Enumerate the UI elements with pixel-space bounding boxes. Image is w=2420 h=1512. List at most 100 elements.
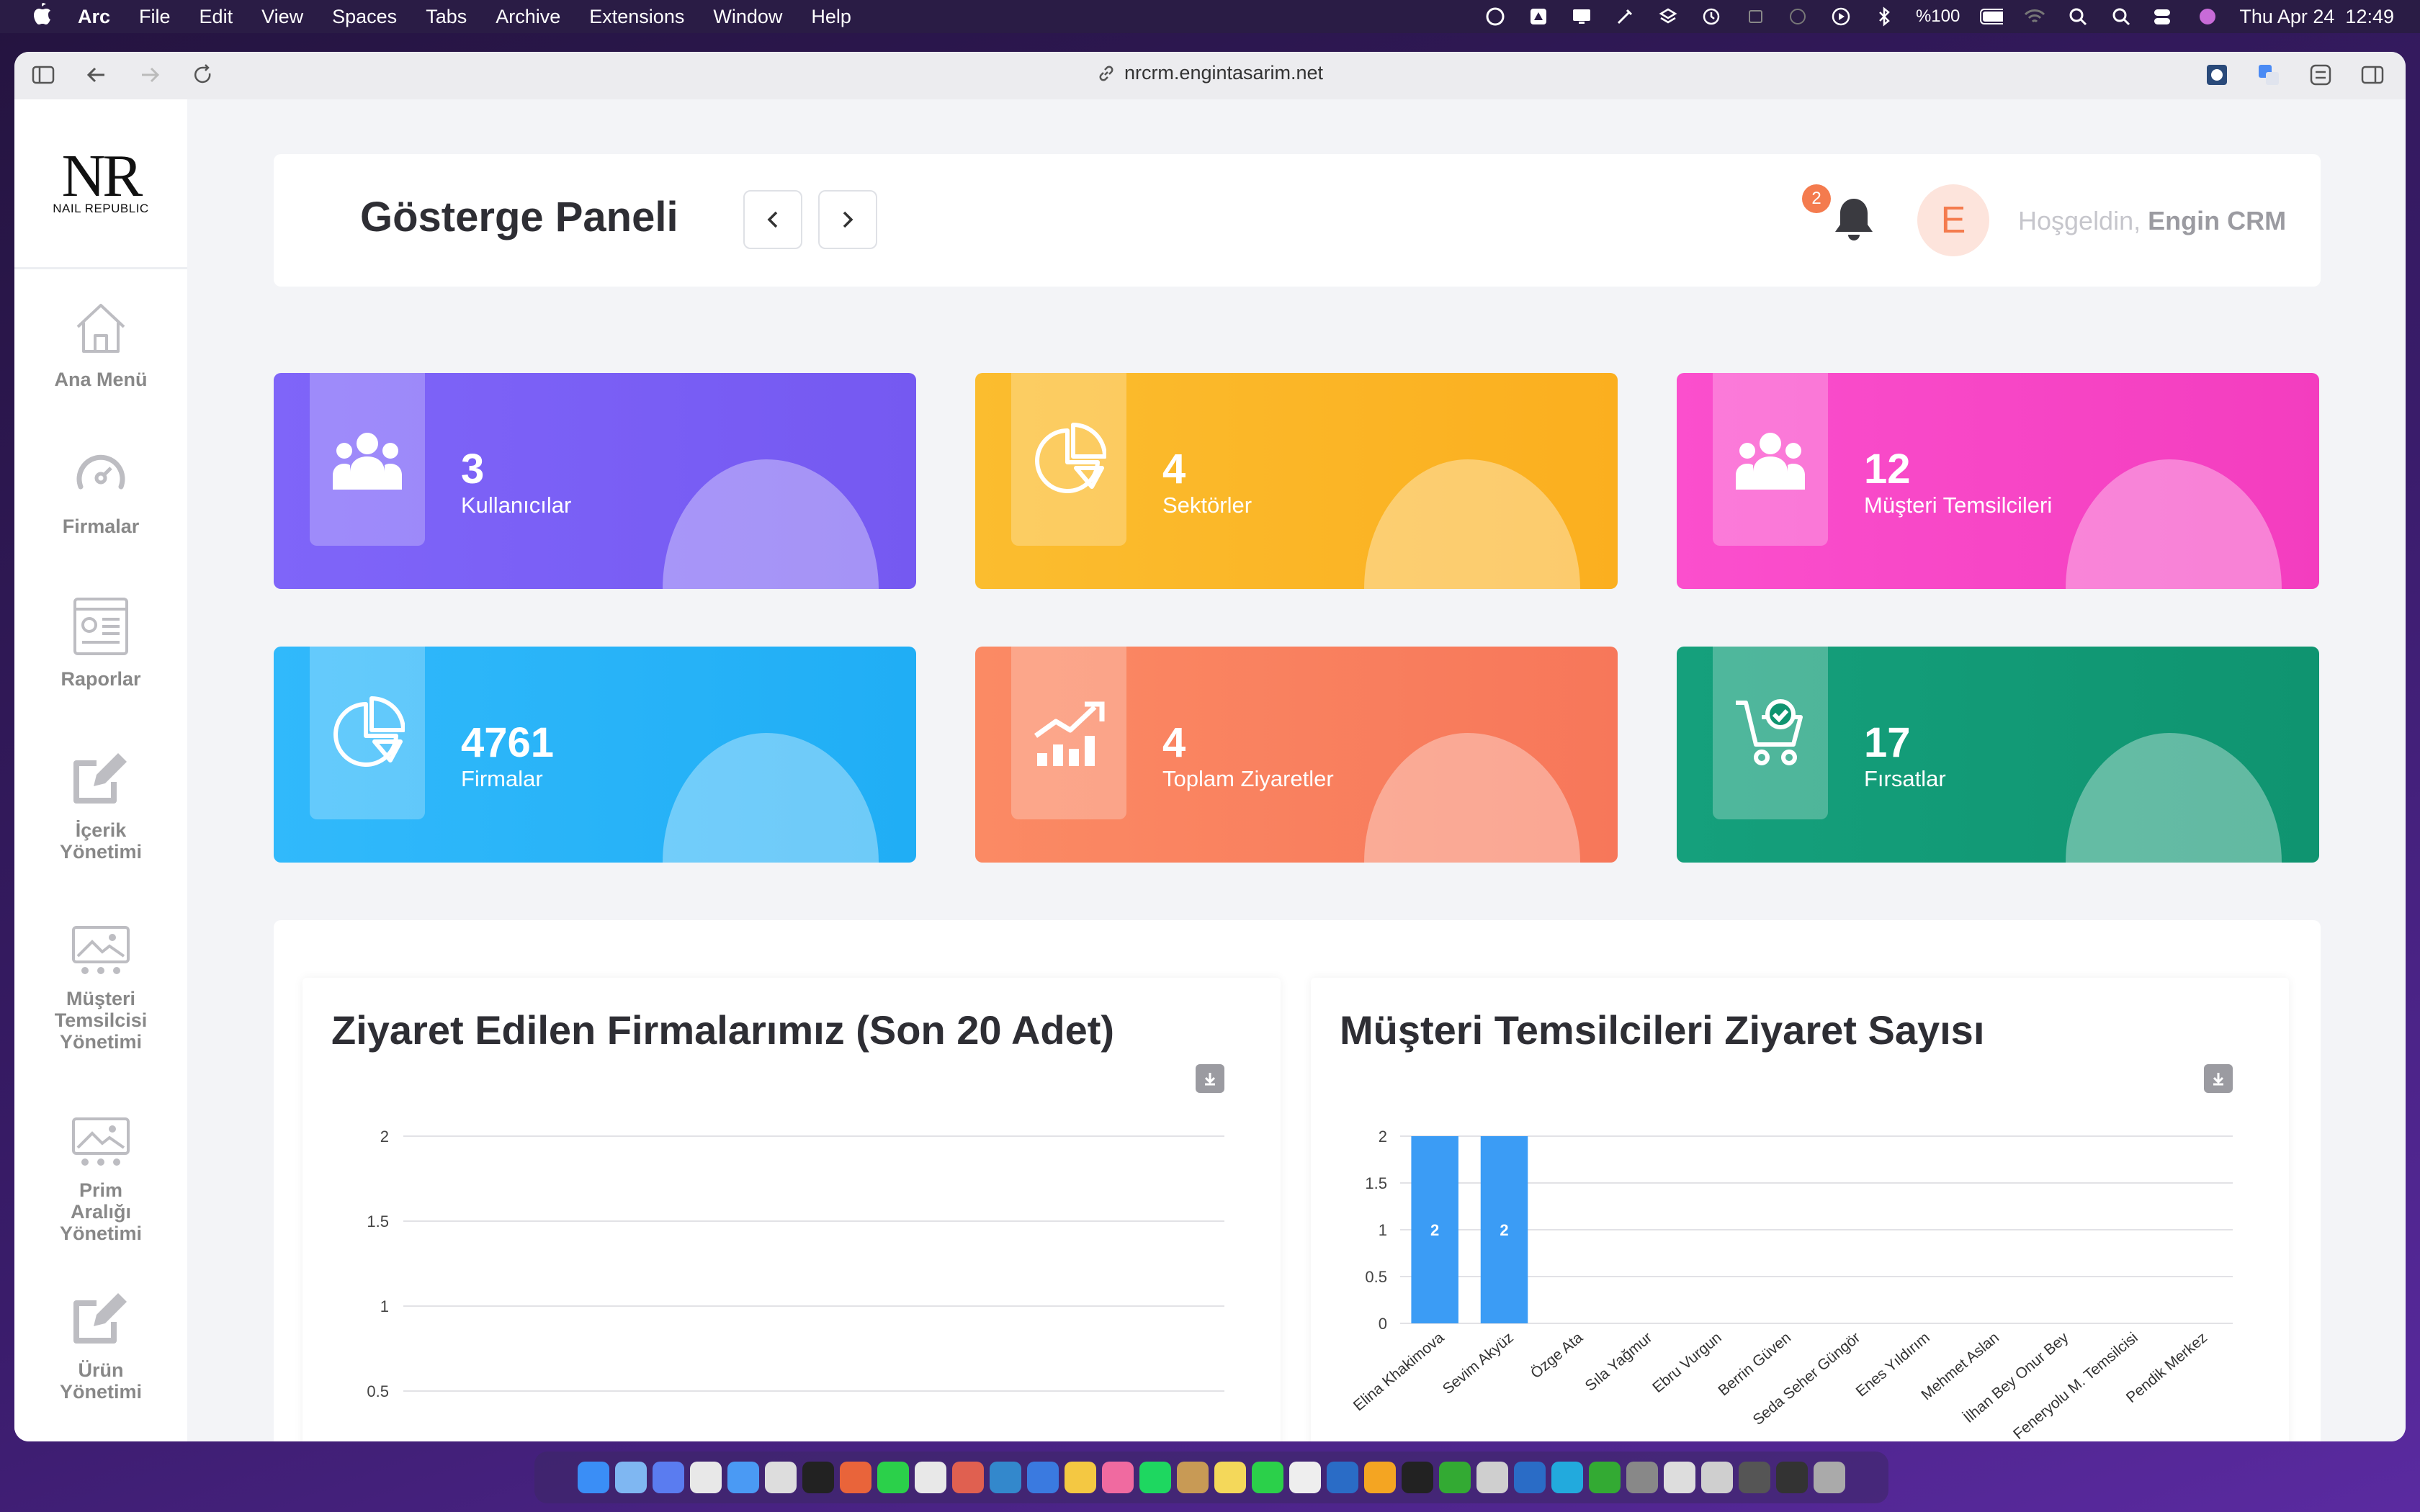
bluetooth-icon[interactable] [1873,6,1896,27]
user-greeting[interactable]: Hoşgeldin, Engin CRM [2018,206,2286,236]
translate-icon[interactable] [2256,62,2282,88]
dock-app-icon[interactable] [1327,1462,1358,1493]
extension-icon[interactable] [2204,62,2230,88]
y-tick-label: 0.5 [1365,1268,1387,1286]
sidebar-item-raporlar[interactable]: Raporlar [14,596,187,690]
sidebar-item-urun-yonetimi[interactable]: Ürün Yönetimi [14,1287,187,1403]
display-status-icon[interactable] [1570,6,1593,27]
dock-app-icon[interactable] [1776,1462,1808,1493]
dock-app-icon[interactable] [1102,1462,1134,1493]
airdrop-icon[interactable] [1786,6,1809,27]
siri-icon[interactable] [2196,6,2219,27]
menu-help[interactable]: Help [811,6,851,28]
drive-status-icon[interactable] [1527,6,1550,27]
menu-edit[interactable]: Edit [200,6,233,28]
user-avatar[interactable]: E [1917,184,1989,256]
stage-manager-icon[interactable] [1743,6,1766,27]
prev-button[interactable] [743,190,802,249]
dock-app-icon[interactable] [1364,1462,1396,1493]
stat-value: 4 [1162,446,1186,492]
dock-app-icon[interactable] [1551,1462,1583,1493]
menu-archive[interactable]: Archive [496,6,560,28]
growth-chart-icon [1034,701,1105,766]
stat-card-companies[interactable]: 4761 Firmalar [274,647,916,863]
wifi-icon[interactable] [2023,6,2046,27]
dock-app-icon[interactable] [990,1462,1021,1493]
dock-app-icon[interactable] [1402,1462,1433,1493]
dock-app-icon[interactable] [1701,1462,1733,1493]
dock-app-icon[interactable] [1814,1462,1845,1493]
battery-icon[interactable] [1980,6,2004,27]
clock[interactable]: Thu Apr 24 12:49 [2239,6,2394,28]
stat-card-sectors[interactable]: 4 Sektörler [975,373,1618,589]
image-icon [72,926,130,974]
play-status-icon[interactable] [1829,6,1852,27]
spotlight-icon[interactable] [2110,6,2133,27]
split-view-icon[interactable] [2360,62,2385,88]
sidebar-item-prim-araligi-yonetimi[interactable]: Prim Aralığı Yönetimi [14,1116,187,1244]
stat-card-users[interactable]: 3 Kullanıcılar [274,373,916,589]
sidebar-item-firmalar[interactable]: Firmalar [14,446,187,537]
apple-icon[interactable] [27,2,56,31]
dock-app-icon[interactable] [1626,1462,1658,1493]
dock-app-icon[interactable] [877,1462,909,1493]
charts-section: Ziyaret Edilen Firmalarımız (Son 20 Adet… [274,920,2321,1441]
address-bar[interactable]: nrcrm.engintasarim.net [14,62,2406,84]
dock-app-icon[interactable] [1177,1462,1209,1493]
dock-app-icon[interactable] [1664,1462,1695,1493]
sidebar-item-label: Raporlar [60,668,141,690]
dock-app-icon[interactable] [1439,1462,1471,1493]
dock-app-icon[interactable] [765,1462,797,1493]
menu-tabs[interactable]: Tabs [426,6,467,28]
dock-app-icon[interactable] [615,1462,647,1493]
control-center-icon[interactable] [2153,6,2176,27]
dock-app-icon[interactable] [1739,1462,1770,1493]
menu-file[interactable]: File [139,6,171,28]
sidebar-item-musteri-temsilcisi-yonetimi[interactable]: Müşteri Temsilcisi Yönetimi [14,924,187,1053]
y-tick-label: 1.5 [1365,1174,1387,1192]
menu-extensions[interactable]: Extensions [589,6,684,28]
stat-value: 17 [1864,719,1911,766]
x-tick-label: Ebru Vurgun [1649,1329,1725,1396]
tool-status-icon[interactable] [1613,6,1636,27]
dock-app-icon[interactable] [1476,1462,1508,1493]
menu-window[interactable]: Window [713,6,782,28]
dock-app-icon[interactable] [1027,1462,1059,1493]
layers-status-icon[interactable] [1657,6,1680,27]
stat-card-representatives[interactable]: 12 Müşteri Temsilcileri [1677,373,2319,589]
sidebar-item-ana-menu[interactable]: Ana Menü [14,300,187,390]
dock-app-icon[interactable] [690,1462,722,1493]
dock-app-icon[interactable] [840,1462,871,1493]
dock-app-icon[interactable] [1289,1462,1321,1493]
menu-spaces[interactable]: Spaces [332,6,397,28]
image-icon [72,1117,130,1166]
chart-title: Ziyaret Edilen Firmalarımız (Son 20 Adet… [331,1007,1115,1053]
dock-app-icon[interactable] [952,1462,984,1493]
stat-card-visits[interactable]: 4 Toplam Ziyaretler [975,647,1618,863]
stat-label: Toplam Ziyaretler [1162,766,1334,791]
stat-card-opportunities[interactable]: 17 Fırsatlar [1677,647,2319,863]
search-status-icon[interactable] [2066,6,2089,27]
dock-app-icon[interactable] [1214,1462,1246,1493]
dock-app-icon[interactable] [915,1462,946,1493]
dock-app-icon[interactable] [1589,1462,1621,1493]
time-machine-icon[interactable] [1700,6,1723,27]
dock-app-icon[interactable] [1252,1462,1283,1493]
dock-app-icon[interactable] [1139,1462,1171,1493]
chatgpt-status-icon[interactable] [1484,6,1507,27]
notifications-bell-icon[interactable] [1832,196,1876,243]
dock-app-icon[interactable] [727,1462,759,1493]
sidebar-item-icerik-yonetimi[interactable]: İçerik Yönetimi [14,747,187,863]
dock-app-icon[interactable] [1514,1462,1546,1493]
brand-logo[interactable]: NR NAIL REPUBLIC [14,99,187,269]
dock-app-icon[interactable] [653,1462,684,1493]
bar-data-label: 2 [1430,1221,1439,1239]
menu-view[interactable]: View [261,6,303,28]
link-icon [1099,66,1113,81]
dock-app-icon[interactable] [1065,1462,1096,1493]
settings-toggle-icon[interactable] [2308,62,2334,88]
dock-app-icon[interactable] [802,1462,834,1493]
next-button[interactable] [818,190,877,249]
menu-app-name[interactable]: Arc [78,6,110,28]
dock-app-icon[interactable] [578,1462,609,1493]
